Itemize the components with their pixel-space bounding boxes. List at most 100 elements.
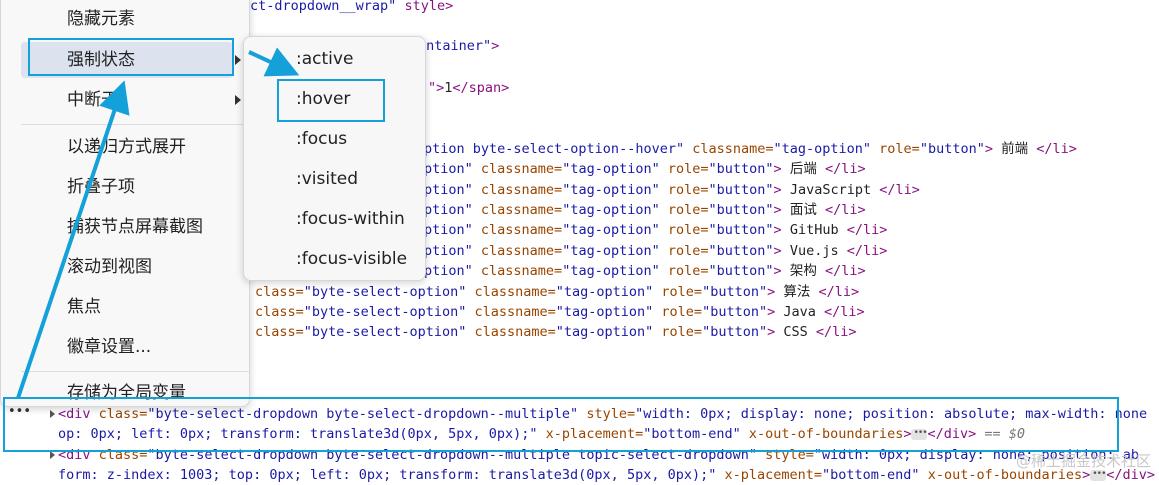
dom-line[interactable]: ontainer"> [418,36,499,56]
highlight-box-force-state [28,38,234,76]
code-token: style> [396,0,454,14]
code-token: class= [255,304,304,320]
code-token: 架构 [781,263,825,279]
code-token: "tag-option" [773,141,872,157]
dom-line[interactable]: class="byte-select-option" classname="ta… [255,282,859,302]
watermark: @稀土掘金技术社区 [1015,452,1151,470]
code-token: ption byte-select-option--hover" [424,141,685,157]
code-token: role= [659,243,709,259]
code-token: "button" [919,141,985,157]
submenu-item-focus-within[interactable]: :focus-within [296,204,405,234]
code-token: 算法 [775,284,819,300]
code-token: Vue.js [781,243,847,259]
dom-line[interactable]: ct-dropdown__wrap" style> [250,0,453,16]
code-token: class= [255,324,304,340]
menu-item-focus[interactable]: 焦点 [21,289,233,325]
code-token: > [491,38,500,54]
submenu-item-active[interactable]: :active [296,44,353,74]
code-token: role= [871,141,920,157]
code-token: "button" [702,324,768,340]
code-token: "byte-select-option" [303,284,467,300]
code-token: CSS [775,324,816,340]
submenu-item-focus-visible[interactable]: :focus-visible [296,244,407,274]
code-token: > [773,222,782,238]
code-token: </li> [824,202,866,218]
menu-item-break-on[interactable]: 中断于 [21,82,241,118]
code-token: ontainer" [418,38,492,54]
menu-item-capture-node-screenshot[interactable]: 捕获节点屏幕截图 [21,209,233,245]
code-token: </li> [846,243,888,259]
code-token: classname= [472,243,563,259]
code-token: "button" [702,304,768,320]
menu-item-expand-recursively[interactable]: 以递归方式展开 [21,129,233,165]
code-token: classname= [472,202,563,218]
code-token: "tag-option" [562,182,660,198]
code-token: ption" [424,243,473,259]
code-token: 面试 [781,202,825,218]
code-token: classname= [466,324,556,340]
submenu-item-visited[interactable]: :visited [296,164,358,194]
code-token: class= [255,284,304,300]
code-token: "tag-option" [555,304,654,320]
code-token: </li> [824,161,866,177]
chevron-right-icon [235,95,241,105]
expand-triangle-icon[interactable] [50,451,55,459]
code-token: "byte-select-option" [303,304,467,320]
dom-line[interactable]: ption" classname="tag-option" role="butt… [424,200,866,220]
submenu-item-focus[interactable]: :focus [296,124,347,154]
code-token: classname= [466,304,556,320]
code-token: "tag-option" [562,161,660,177]
code-token: form: z-index: 1003; top: 0px; left: 0px… [58,467,717,483]
code-token: "> [428,80,445,96]
dom-line[interactable]: form: z-index: 1003; top: 0px; left: 0px… [58,464,1155,485]
code-token: "button" [708,222,774,238]
code-token: 前端 [993,141,1037,157]
code-token: "tag-option" [562,243,660,259]
code-token: "tag-option" [555,324,654,340]
code-token: role= [659,263,709,279]
code-token: </li> [1036,141,1077,157]
code-token: ption" [424,222,473,238]
code-token: </li> [824,263,866,279]
code-token: role= [659,222,709,238]
code-token: ct-dropdown__wrap" [250,0,397,14]
dom-line[interactable]: ">1</span> [428,78,509,98]
code-token: </li> [879,182,920,198]
dom-line[interactable]: ption" classname="tag-option" role="butt… [424,241,887,261]
code-token: "button" [708,182,774,198]
code-token: JavaScript [781,182,880,198]
dom-line[interactable]: class="byte-select-option" classname="ta… [255,302,865,322]
dom-line[interactable]: ption" classname="tag-option" role="butt… [424,261,866,281]
code-token: role= [659,161,709,177]
dom-line[interactable]: ption" classname="tag-option" role="butt… [424,180,920,200]
code-token: ption" [424,202,473,218]
dom-line[interactable]: ption" classname="tag-option" role="butt… [424,159,866,179]
code-token: "button" [708,243,774,259]
menu-item-collapse-children[interactable]: 折叠子项 [21,169,233,205]
dom-line[interactable]: class="byte-select-option" classname="ta… [255,322,857,342]
code-token: ption" [424,182,473,198]
menu-item-badge-settings[interactable]: 徽章设置... [21,329,233,365]
code-token: "button" [708,202,774,218]
code-token: role= [653,284,703,300]
code-token: Java [775,304,825,320]
menu-divider [21,124,249,125]
dom-line[interactable]: ption" classname="tag-option" role="butt… [424,220,887,240]
menu-item-hide-element[interactable]: 隐藏元素 [21,1,233,37]
dom-line[interactable]: ption byte-select-option--hover" classna… [424,139,1077,159]
code-token: role= [653,324,703,340]
code-token: classname= [472,161,563,177]
code-token: role= [653,304,703,320]
highlight-box-hover [277,79,385,122]
code-token: > [773,263,782,279]
code-token: "tag-option" [562,222,660,238]
code-token: classname= [472,182,563,198]
code-token: classname= [466,284,556,300]
code-token: 后端 [781,161,825,177]
ellipsis-icon[interactable] [1090,464,1107,484]
force-state-submenu: :active :hover :focus :visited :focus-wi… [243,36,426,281]
menu-item-scroll-into-view[interactable]: 滚动到视图 [21,249,233,285]
chevron-right-icon [235,55,241,65]
code-token: "bottom-end" [822,467,920,483]
code-token: classname= [472,263,563,279]
